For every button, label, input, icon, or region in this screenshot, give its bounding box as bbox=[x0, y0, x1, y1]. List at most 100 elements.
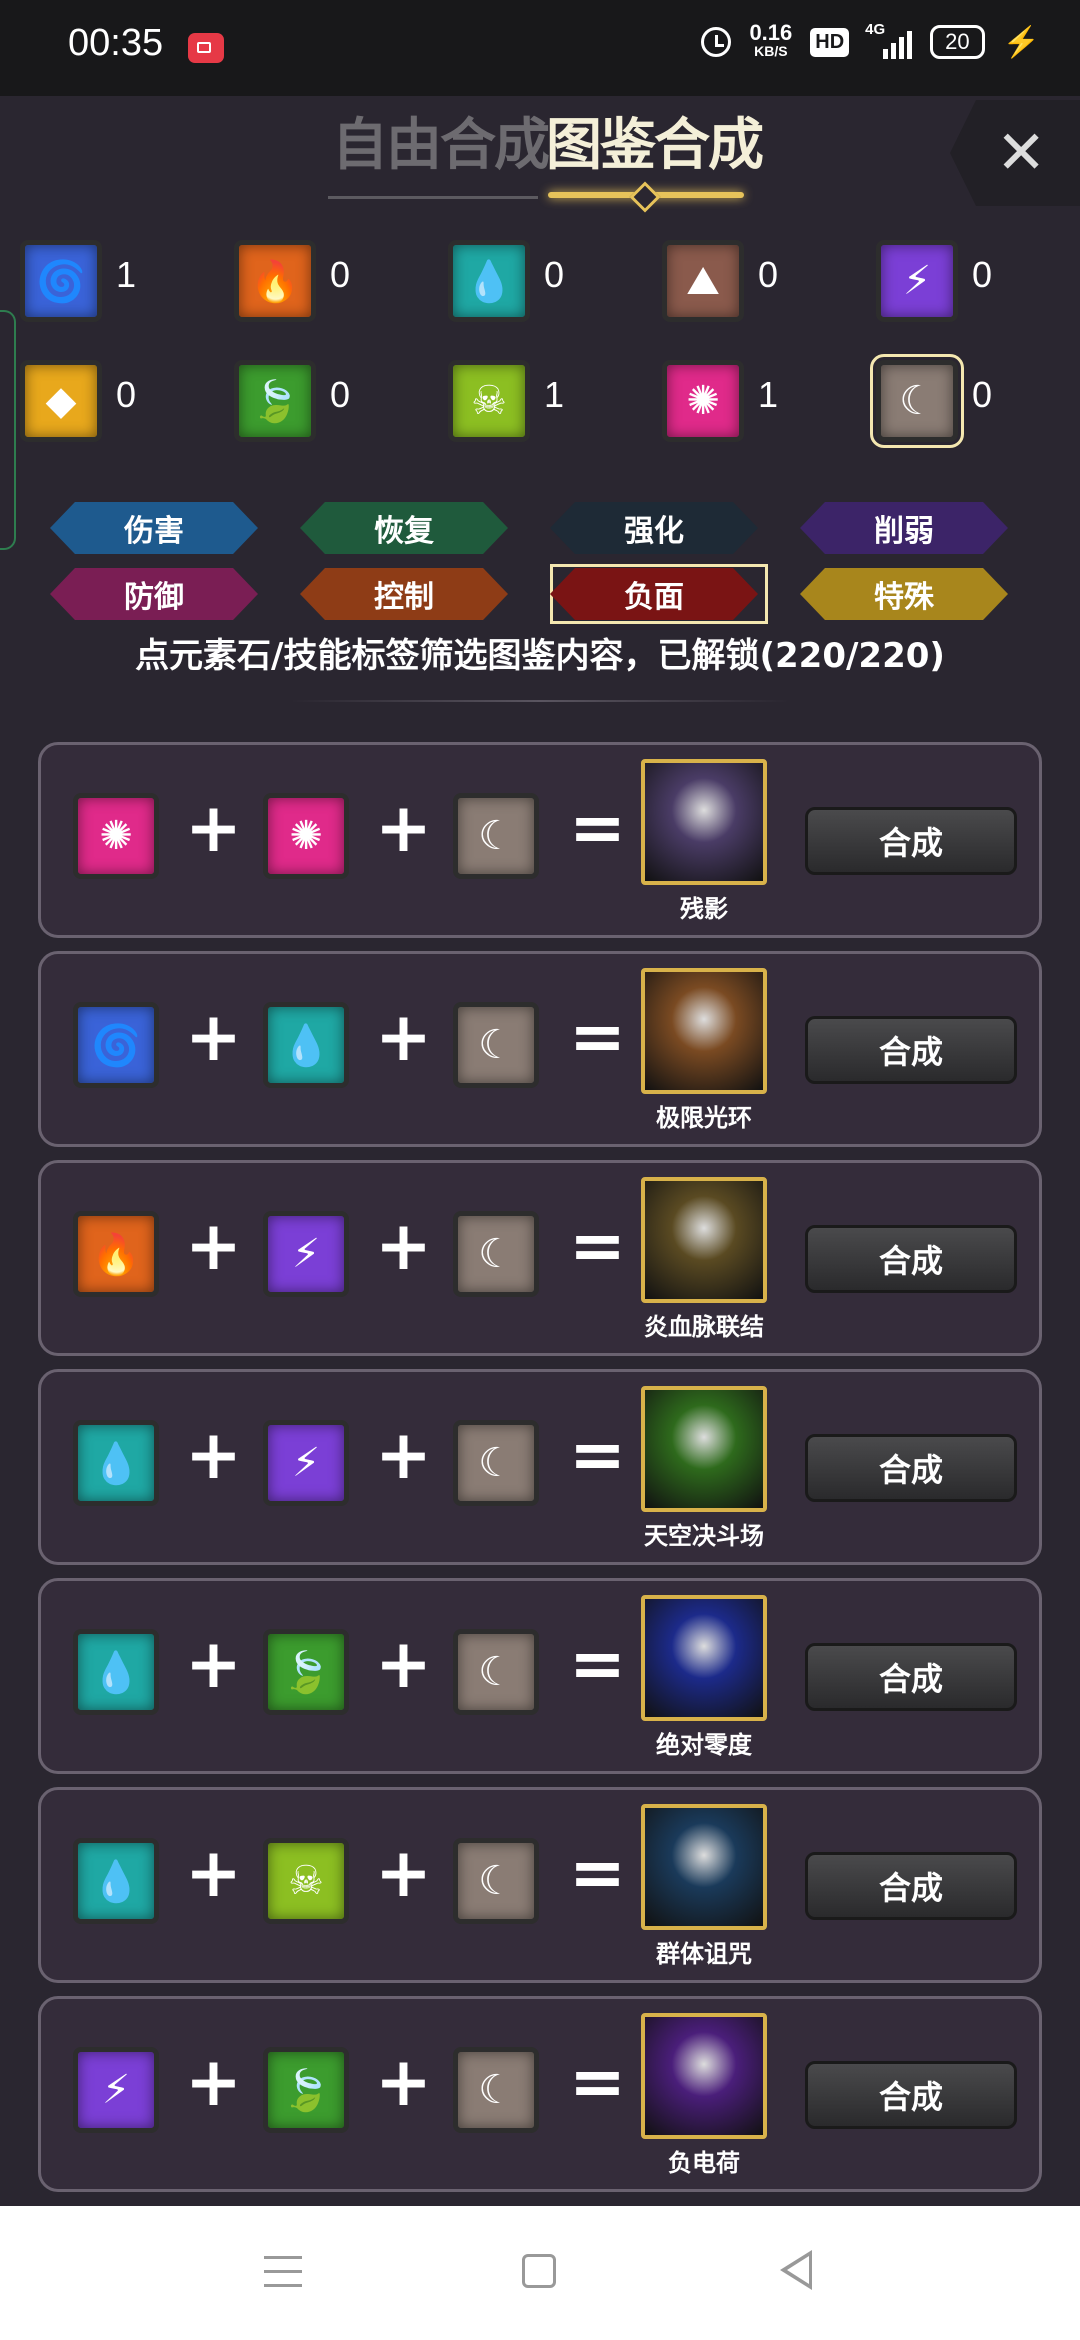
plus-sign: + bbox=[375, 998, 432, 1077]
tornado-icon: 🌀 bbox=[20, 240, 102, 322]
fire-icon: 🔥 bbox=[73, 1211, 159, 1297]
result-skill-icon[interactable] bbox=[641, 2013, 767, 2139]
filter-tag[interactable]: 特殊 bbox=[800, 568, 1008, 620]
moon-icon: ☾ bbox=[453, 1838, 539, 1924]
light-orb-icon: ✺ bbox=[662, 360, 744, 442]
element-count: 0 bbox=[544, 254, 565, 295]
lightning-icon: ⚡ bbox=[263, 1211, 349, 1297]
tab-free-synthesis[interactable]: 自由合成 bbox=[332, 100, 550, 181]
filter-tag[interactable]: 削弱 bbox=[800, 502, 1008, 554]
result-skill-name: 炎血脉联结 bbox=[644, 1313, 764, 1341]
water-drop-icon: 💧 bbox=[73, 1420, 159, 1506]
result-skill-name: 天空决斗场 bbox=[644, 1522, 764, 1550]
element-stone[interactable]: ⚡ 0 bbox=[856, 234, 1068, 334]
element-stone[interactable]: ✺ 1 bbox=[642, 354, 854, 454]
element-stone[interactable]: 🔥 0 bbox=[214, 234, 426, 334]
filter-tag[interactable]: 控制 bbox=[300, 568, 508, 620]
synthesize-button[interactable]: 合成 bbox=[805, 1434, 1017, 1502]
recipe-card: 💧 + ⚡ + ☾ = 天空决斗场 合成 bbox=[38, 1369, 1042, 1565]
status-bar: 00:35 0.16 KB/S HD 4G 20 ⚡ bbox=[0, 0, 1080, 96]
recipe-card: 💧 + ☠ + ☾ = 群体诅咒 合成 bbox=[38, 1787, 1042, 1983]
tab-codex-synthesis[interactable]: 图鉴合成 bbox=[546, 100, 764, 181]
element-stone[interactable]: 🍃 0 bbox=[214, 354, 426, 454]
close-button[interactable]: ✕ bbox=[950, 100, 1080, 206]
result-skill-name: 群体诅咒 bbox=[656, 1940, 752, 1968]
leaf-icon: 🍃 bbox=[263, 1629, 349, 1715]
result-skill-icon[interactable] bbox=[641, 759, 767, 885]
synthesize-button[interactable]: 合成 bbox=[805, 1852, 1017, 1920]
result-skill-icon[interactable] bbox=[641, 1595, 767, 1721]
synthesize-button[interactable]: 合成 bbox=[805, 2061, 1017, 2129]
plus-sign: + bbox=[375, 789, 432, 868]
result-skill-icon[interactable] bbox=[641, 1177, 767, 1303]
plus-sign: + bbox=[185, 1625, 242, 1704]
synthesize-button[interactable]: 合成 bbox=[805, 1016, 1017, 1084]
synthesize-button[interactable]: 合成 bbox=[805, 1225, 1017, 1293]
element-count: 1 bbox=[758, 374, 779, 415]
equals-sign: = bbox=[569, 1625, 626, 1704]
element-stone[interactable]: ☠ 1 bbox=[428, 354, 640, 454]
filter-tag[interactable]: 恢复 bbox=[300, 502, 508, 554]
tab-active-diamond bbox=[629, 181, 661, 213]
tab-underline bbox=[328, 196, 538, 199]
plus-sign: + bbox=[185, 789, 242, 868]
moon-icon: ☾ bbox=[453, 2047, 539, 2133]
result-skill-name: 负电荷 bbox=[668, 2149, 740, 2177]
plus-sign: + bbox=[375, 1834, 432, 1913]
recipe-card: 🔥 + ⚡ + ☾ = 炎血脉联结 合成 bbox=[38, 1160, 1042, 1356]
plus-sign: + bbox=[185, 2043, 242, 2122]
battery-icon: 20 bbox=[930, 25, 985, 59]
water-drop-icon: 💧 bbox=[448, 240, 530, 322]
filter-tag[interactable]: 强化 bbox=[550, 502, 758, 554]
element-count: 1 bbox=[116, 254, 137, 295]
plus-sign: + bbox=[375, 2043, 432, 2122]
recipe-card: ✺ + ✺ + ☾ = 残影 合成 bbox=[38, 742, 1042, 938]
recipe-card: ⚡ + 🍃 + ☾ = 负电荷 合成 bbox=[38, 1996, 1042, 2192]
home-icon[interactable] bbox=[522, 2254, 556, 2288]
filter-tag[interactable]: 防御 bbox=[50, 568, 258, 620]
result-skill-icon[interactable] bbox=[641, 968, 767, 1094]
skull-icon: ☠ bbox=[448, 360, 530, 442]
menu-icon[interactable] bbox=[264, 2256, 302, 2288]
result-skill-name: 残影 bbox=[680, 895, 728, 923]
water-drop-icon: 💧 bbox=[263, 1002, 349, 1088]
filter-tag[interactable]: 伤害 bbox=[50, 502, 258, 554]
lightning-icon: ⚡ bbox=[263, 1420, 349, 1506]
equals-sign: = bbox=[569, 1834, 626, 1913]
moon-icon: ☾ bbox=[453, 1420, 539, 1506]
element-stone[interactable]: ⛰ 0 bbox=[642, 234, 854, 334]
moon-icon: ☾ bbox=[453, 1211, 539, 1297]
result-skill-icon[interactable] bbox=[641, 1386, 767, 1512]
element-stone[interactable]: ☾ 0 bbox=[856, 354, 1068, 454]
plus-sign: + bbox=[185, 1207, 242, 1286]
moon-icon: ☾ bbox=[453, 1002, 539, 1088]
equals-sign: = bbox=[569, 789, 626, 868]
plus-sign: + bbox=[375, 1625, 432, 1704]
element-stone[interactable]: 💧 0 bbox=[428, 234, 640, 334]
result-skill-icon[interactable] bbox=[641, 1804, 767, 1930]
moon-icon: ☾ bbox=[453, 1629, 539, 1715]
element-stone[interactable]: 🌀 1 bbox=[0, 234, 212, 334]
divider bbox=[290, 700, 790, 702]
rock-icon: ⛰ bbox=[662, 240, 744, 322]
element-stone[interactable]: ◆ 0 bbox=[0, 354, 212, 454]
synthesize-button[interactable]: 合成 bbox=[805, 807, 1017, 875]
screen-record-icon bbox=[188, 33, 224, 63]
system-nav-bar bbox=[0, 2206, 1080, 2340]
light-orb-icon: ✺ bbox=[263, 793, 349, 879]
element-count: 0 bbox=[972, 254, 993, 295]
element-count: 0 bbox=[330, 374, 351, 415]
result-skill-name: 绝对零度 bbox=[656, 1731, 752, 1759]
plus-sign: + bbox=[185, 998, 242, 1077]
synthesize-button[interactable]: 合成 bbox=[805, 1643, 1017, 1711]
moon-icon: ☾ bbox=[453, 793, 539, 879]
back-icon[interactable] bbox=[780, 2250, 812, 2290]
water-drop-icon: 💧 bbox=[73, 1838, 159, 1924]
tornado-icon: 🌀 bbox=[73, 1002, 159, 1088]
charging-icon: ⚡ bbox=[1002, 25, 1040, 59]
plus-sign: + bbox=[185, 1416, 242, 1495]
moon-icon: ☾ bbox=[870, 354, 964, 448]
filter-tag[interactable]: 负面 bbox=[550, 568, 758, 620]
plus-sign: + bbox=[375, 1416, 432, 1495]
close-icon: ✕ bbox=[996, 118, 1047, 188]
